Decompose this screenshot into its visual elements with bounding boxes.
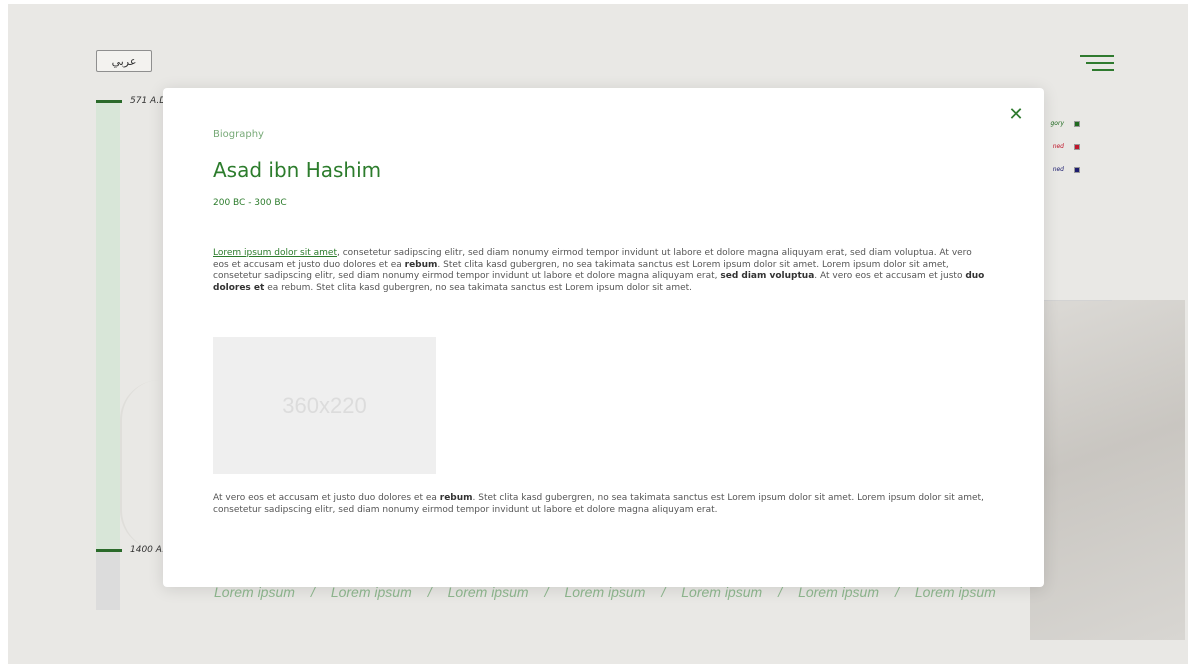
close-icon[interactable]: ✕ — [1006, 105, 1026, 125]
divider — [1044, 300, 1112, 301]
language-toggle-button[interactable]: عربي — [96, 50, 152, 72]
modal-eyebrow: Biography — [213, 129, 264, 140]
modal-title: Asad ibn Hashim — [213, 158, 382, 182]
image-placeholder: 360x220 — [213, 337, 436, 474]
biography-paragraph: Lorem ipsum dolor sit amet, consetetur s… — [213, 248, 985, 293]
legend-item: ned — [1040, 143, 1080, 150]
timeline-track-lower — [96, 550, 120, 610]
timeline-track — [96, 100, 120, 610]
legend-swatch — [1074, 166, 1080, 173]
legend-label: gory — [1050, 120, 1065, 127]
timeline-tick-start — [96, 100, 122, 103]
legend-item: gory — [1040, 120, 1080, 127]
hamburger-menu-icon[interactable] — [1078, 55, 1114, 73]
timeline-start-label: 571 A.D — [130, 96, 167, 106]
modal-dates: 200 BC - 300 BC — [213, 198, 287, 208]
inline-link[interactable]: Lorem ipsum dolor sit amet — [213, 248, 337, 258]
legend-swatch — [1074, 143, 1080, 150]
legend-label: ned — [1052, 143, 1064, 150]
biography-modal: ✕ Biography Asad ibn Hashim 200 BC - 300… — [163, 88, 1044, 587]
legend-label: ned — [1052, 166, 1064, 173]
legend-item: ned — [1040, 166, 1080, 173]
legend-swatch — [1074, 120, 1080, 127]
timeline-tick-end — [96, 549, 122, 552]
biography-paragraph: At vero eos et accusam et justo duo dolo… — [213, 493, 984, 515]
